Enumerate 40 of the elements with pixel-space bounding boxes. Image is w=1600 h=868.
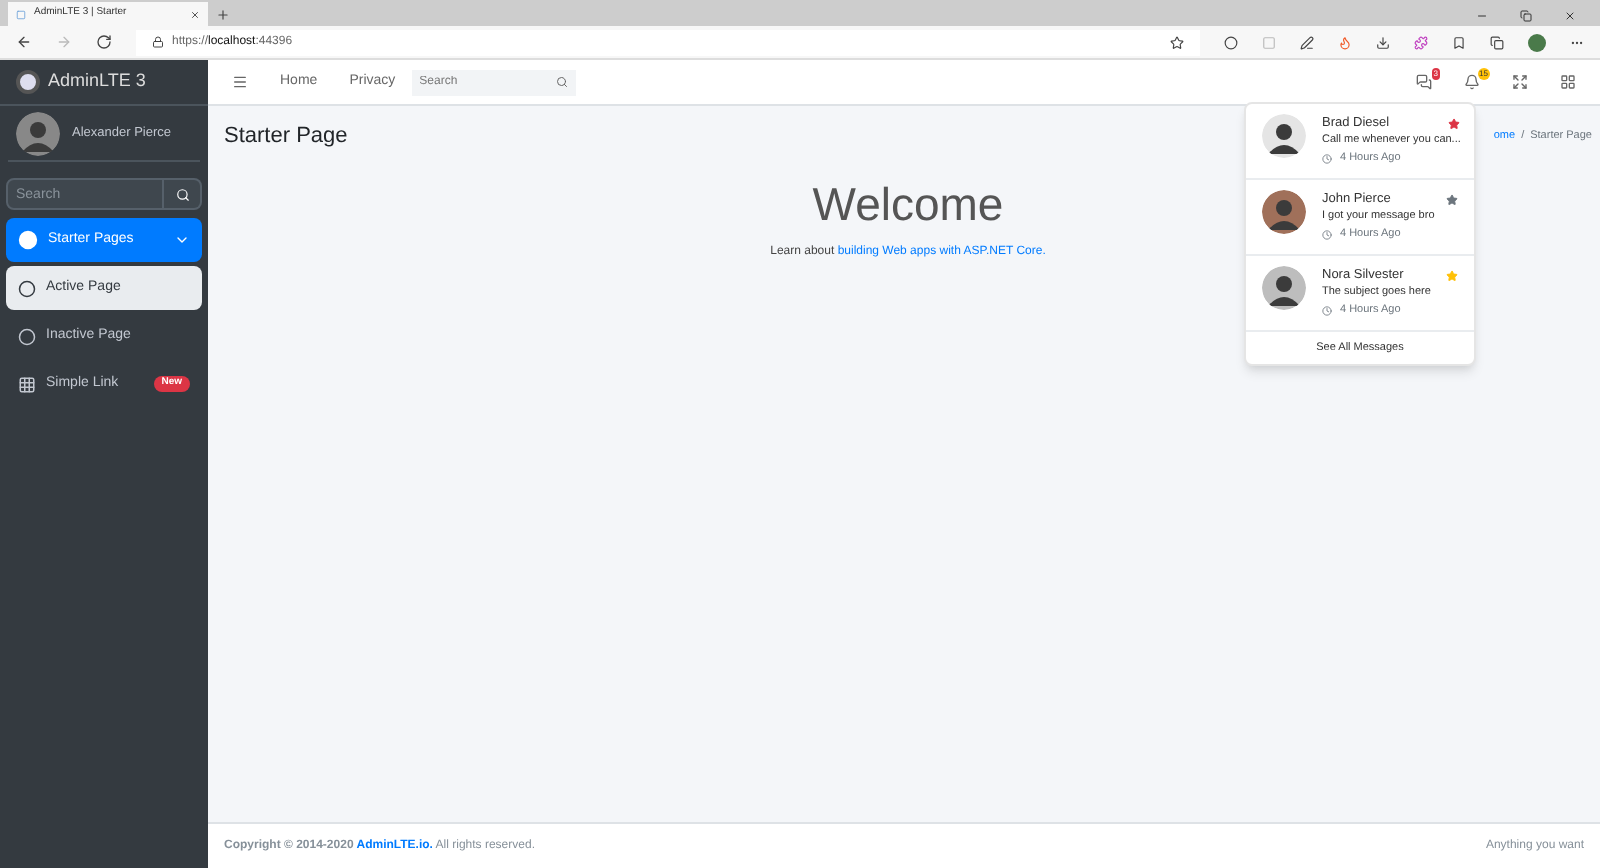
welcome-heading: Welcome bbox=[812, 175, 1004, 233]
search-icon bbox=[175, 187, 189, 201]
menu-icon[interactable] bbox=[232, 74, 248, 90]
fullscreen-icon[interactable] bbox=[1512, 74, 1528, 90]
grid-icon bbox=[18, 375, 36, 393]
back-icon[interactable] bbox=[16, 34, 32, 50]
clock-icon bbox=[1322, 154, 1332, 164]
pen-icon[interactable] bbox=[1300, 35, 1314, 49]
avatar bbox=[1262, 190, 1306, 234]
circle-icon[interactable] bbox=[1224, 35, 1238, 49]
clock-icon bbox=[1322, 306, 1332, 316]
profile-icon[interactable] bbox=[1528, 33, 1546, 51]
star-icon[interactable] bbox=[1170, 35, 1184, 49]
avatar bbox=[16, 111, 60, 155]
puzzle-icon[interactable] bbox=[1414, 35, 1428, 49]
restore-icon[interactable] bbox=[1520, 10, 1532, 22]
new-tab-icon[interactable] bbox=[216, 8, 230, 22]
avatar bbox=[1262, 266, 1306, 310]
page-icon bbox=[16, 9, 26, 19]
lock-icon bbox=[152, 36, 164, 48]
collections-icon[interactable] bbox=[1490, 35, 1504, 49]
search-button[interactable] bbox=[164, 178, 202, 210]
avatar bbox=[1262, 114, 1306, 158]
minimize-icon[interactable] bbox=[1476, 10, 1488, 22]
messages-icon[interactable] bbox=[1416, 74, 1432, 90]
grid-icon[interactable] bbox=[1560, 74, 1576, 90]
page-title: Starter Page bbox=[224, 122, 348, 152]
circle-icon bbox=[18, 279, 36, 297]
flame-icon[interactable] bbox=[1338, 35, 1352, 49]
download-icon[interactable] bbox=[1376, 35, 1390, 49]
bell-icon[interactable] bbox=[1464, 74, 1480, 90]
close-icon[interactable] bbox=[1564, 10, 1576, 22]
bookmark-icon[interactable] bbox=[1452, 35, 1466, 49]
brand-text: AdminLTE 3 bbox=[48, 68, 146, 95]
reload-icon[interactable] bbox=[96, 34, 112, 50]
clock-icon bbox=[1322, 230, 1332, 240]
logo-icon bbox=[16, 70, 40, 94]
search-icon[interactable] bbox=[555, 76, 568, 88]
circle-icon bbox=[18, 327, 36, 345]
chevron-icon bbox=[174, 232, 190, 248]
